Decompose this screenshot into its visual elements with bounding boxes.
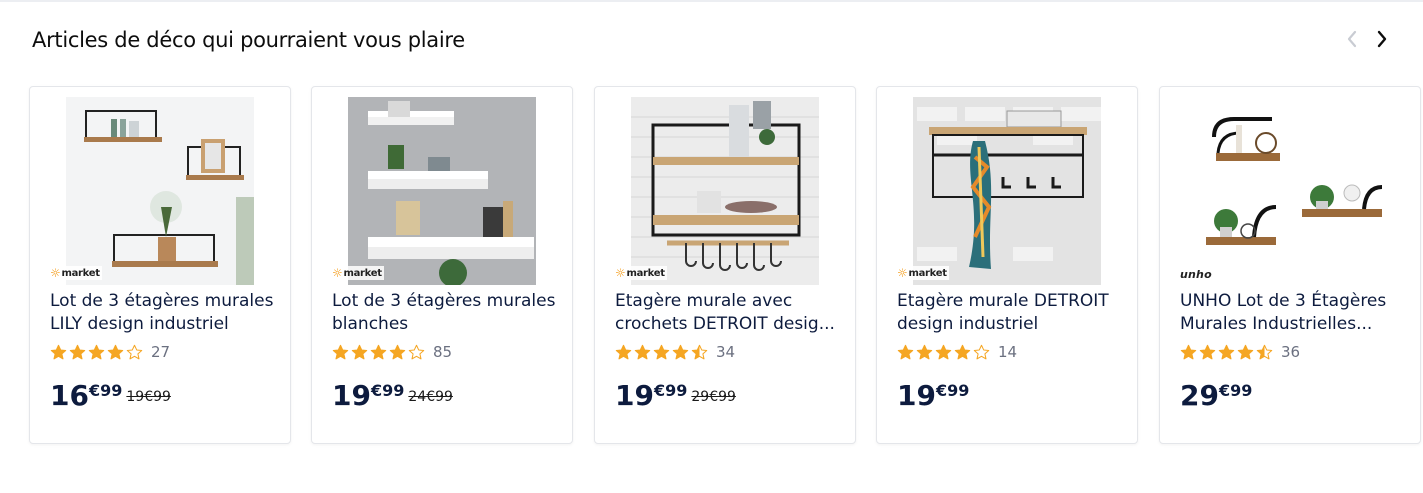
price-decimal: €99 xyxy=(653,381,688,400)
product-card[interactable]: ☼ market Lot de 3 étagères murales LILY d… xyxy=(29,86,291,444)
price-decimal: €99 xyxy=(935,381,970,400)
star-empty-icon xyxy=(126,344,143,359)
product-rating: 34 xyxy=(615,343,735,361)
price-integer: 19 xyxy=(897,379,936,412)
section-title: Articles de déco qui pourraient vous pla… xyxy=(32,28,465,52)
star-full-icon xyxy=(332,344,349,359)
star-full-icon xyxy=(370,344,387,359)
product-title[interactable]: Lot de 3 étagères murales blanches xyxy=(332,290,560,336)
star-half-icon xyxy=(691,344,708,359)
brand-logo: ☼ market xyxy=(615,266,667,280)
product-title[interactable]: Etagère murale DETROIT design industriel xyxy=(897,290,1125,336)
sun-icon: ☼ xyxy=(615,266,626,280)
star-full-icon xyxy=(1218,344,1235,359)
sun-icon: ☼ xyxy=(897,266,908,280)
review-count: 36 xyxy=(1281,343,1301,361)
star-full-icon xyxy=(1180,344,1197,359)
star-full-icon xyxy=(634,344,651,359)
star-full-icon xyxy=(672,344,689,359)
star-full-icon xyxy=(615,344,632,359)
review-count: 27 xyxy=(151,343,171,361)
star-full-icon xyxy=(954,344,971,359)
brand-logo: unho xyxy=(1180,268,1214,281)
product-card[interactable]: ☼ market Lot de 3 étagères murales blanch… xyxy=(311,86,573,444)
product-rating: 27 xyxy=(50,343,170,361)
star-full-icon xyxy=(1199,344,1216,359)
product-title[interactable]: Lot de 3 étagères murales LILY design in… xyxy=(50,290,278,336)
price-decimal: €99 xyxy=(370,381,405,400)
product-price: 19 €99 29€99 xyxy=(615,381,736,411)
star-full-icon xyxy=(935,344,952,359)
price-integer: 19 xyxy=(332,379,371,412)
old-price: 24€99 xyxy=(408,389,453,405)
star-full-icon xyxy=(389,344,406,359)
product-rating: 85 xyxy=(332,343,452,361)
product-image[interactable] xyxy=(1196,97,1384,285)
star-full-icon xyxy=(897,344,914,359)
star-empty-icon xyxy=(408,344,425,359)
price-integer: 16 xyxy=(50,379,89,412)
price-decimal: €99 xyxy=(88,381,123,400)
star-full-icon xyxy=(916,344,933,359)
star-full-icon xyxy=(50,344,67,359)
review-count: 34 xyxy=(716,343,736,361)
product-rating: 14 xyxy=(897,343,1017,361)
chevron-right-icon xyxy=(1377,30,1387,48)
product-price: 19 €99 24€99 xyxy=(332,381,453,411)
price-integer: 29 xyxy=(1180,379,1219,412)
carousel-next-button[interactable] xyxy=(1370,26,1394,52)
product-price: 19 €99 xyxy=(897,381,973,411)
star-full-icon xyxy=(107,344,124,359)
chevron-left-icon xyxy=(1347,30,1357,48)
sun-icon: ☼ xyxy=(332,266,343,280)
product-card[interactable]: ☼ market Etagère murale DETROIT design in… xyxy=(876,86,1138,444)
product-title[interactable]: UNHO Lot de 3 Étagères Murales Industrie… xyxy=(1180,290,1408,336)
product-title[interactable]: Etagère murale avec crochets DETROIT des… xyxy=(615,290,843,336)
product-image[interactable] xyxy=(348,97,536,285)
price-integer: 19 xyxy=(615,379,654,412)
brand-logo: ☼ market xyxy=(897,266,949,280)
star-full-icon xyxy=(69,344,86,359)
star-half-icon xyxy=(1256,344,1273,359)
star-full-icon xyxy=(1237,344,1254,359)
star-full-icon xyxy=(653,344,670,359)
star-full-icon xyxy=(351,344,368,359)
old-price: 19€99 xyxy=(126,389,171,405)
product-image[interactable] xyxy=(913,97,1101,285)
price-decimal: €99 xyxy=(1218,381,1253,400)
star-empty-icon xyxy=(973,344,990,359)
review-count: 85 xyxy=(433,343,453,361)
product-image[interactable] xyxy=(631,97,819,285)
product-price: 16 €99 19€99 xyxy=(50,381,171,411)
product-card[interactable]: unho UNHO Lot de 3 Étagères Murales Indu… xyxy=(1159,86,1421,444)
product-card[interactable]: ☼ market Etagère murale avec crochets DET… xyxy=(594,86,856,444)
brand-logo: ☼ market xyxy=(332,266,384,280)
product-rating: 36 xyxy=(1180,343,1300,361)
product-image[interactable] xyxy=(66,97,254,285)
carousel-prev-button[interactable] xyxy=(1340,26,1364,52)
brand-logo: ☼ market xyxy=(50,266,102,280)
product-price: 29 €99 xyxy=(1180,381,1256,411)
sun-icon: ☼ xyxy=(50,266,61,280)
review-count: 14 xyxy=(998,343,1018,361)
top-divider xyxy=(0,0,1423,2)
star-full-icon xyxy=(88,344,105,359)
old-price: 29€99 xyxy=(691,389,736,405)
